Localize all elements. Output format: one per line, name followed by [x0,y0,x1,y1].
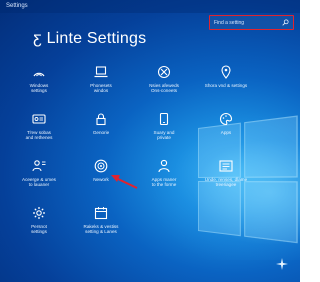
title-bar: Settings [0,0,300,13]
tile-label: Nework [93,177,109,182]
gear-icon [33,207,45,219]
palette-icon [220,112,233,126]
tile-label: Unde, renses, dlame treeriagee [204,177,248,188]
tile-suary[interactable]: Suary and private [136,109,192,151]
window-title: Settings [6,3,28,9]
tile-apps-maner[interactable]: Apps maner to the forme [136,156,192,198]
tile-label: Aceerge & umes to lauaner [22,177,56,188]
location-pin-icon [221,65,231,79]
tile-label: Rakeks & vestiss setting & Lanes [83,224,119,235]
tile-label: Apps maner to the forme [151,177,177,188]
xbox-icon [157,65,171,79]
tile-phonesets[interactable]: Phonesets windos [73,62,129,104]
list-card-icon [219,160,233,172]
lock-icon [96,113,106,126]
tile-rakeks[interactable]: Rakeks & vestiss setting & Lanes [73,203,129,245]
laptop-icon [94,66,108,78]
tile-label: Phonesets windos [90,83,112,94]
tile-windows-settings[interactable]: Windows settings [11,62,67,104]
person-board-icon [32,160,46,172]
page-title: ƹ Linte Settings [33,30,147,47]
tile-tiew-sobas[interactable]: Ti'ew sobas and rethenes [11,109,67,151]
tile-nework[interactable]: Nework [73,156,129,198]
tile-persnot[interactable]: Persnot settings [11,203,67,245]
tile-apps[interactable]: Apps [198,109,254,151]
tile-label: Suary and private [153,130,175,141]
arc-icon [33,72,45,77]
tile-genorie[interactable]: Genorie [73,109,129,151]
tile-label: Nsies afeweds Ons-coneets [149,83,179,94]
tile-unde[interactable]: Unde, renses, dlame treeriagee [198,156,254,198]
tile-label: Shora vnd & settings [204,83,248,88]
card-icon [32,114,46,124]
search-box[interactable] [209,15,294,30]
sparkle-icon [276,258,288,270]
tile-shora[interactable]: Shora vnd & settings [198,62,254,104]
tile-nsies[interactable]: Nsies afeweds Ons-coneets [136,62,192,104]
calendar-icon [94,207,108,220]
tablet-icon [159,112,169,126]
tile-aceerge[interactable]: Aceerge & umes to lauaner [11,156,67,198]
search-icon[interactable] [282,19,289,26]
tile-label: Genorie [92,130,110,135]
tile-label: Persnot settings [31,224,47,235]
tile-label: Windows settings [29,83,49,94]
tile-label: Apps [220,130,232,135]
search-input[interactable] [214,19,282,26]
person-icon [158,159,170,173]
accessibility-icon [94,159,108,173]
tile-label: Ti'ew sobas and rethenes [25,130,53,141]
